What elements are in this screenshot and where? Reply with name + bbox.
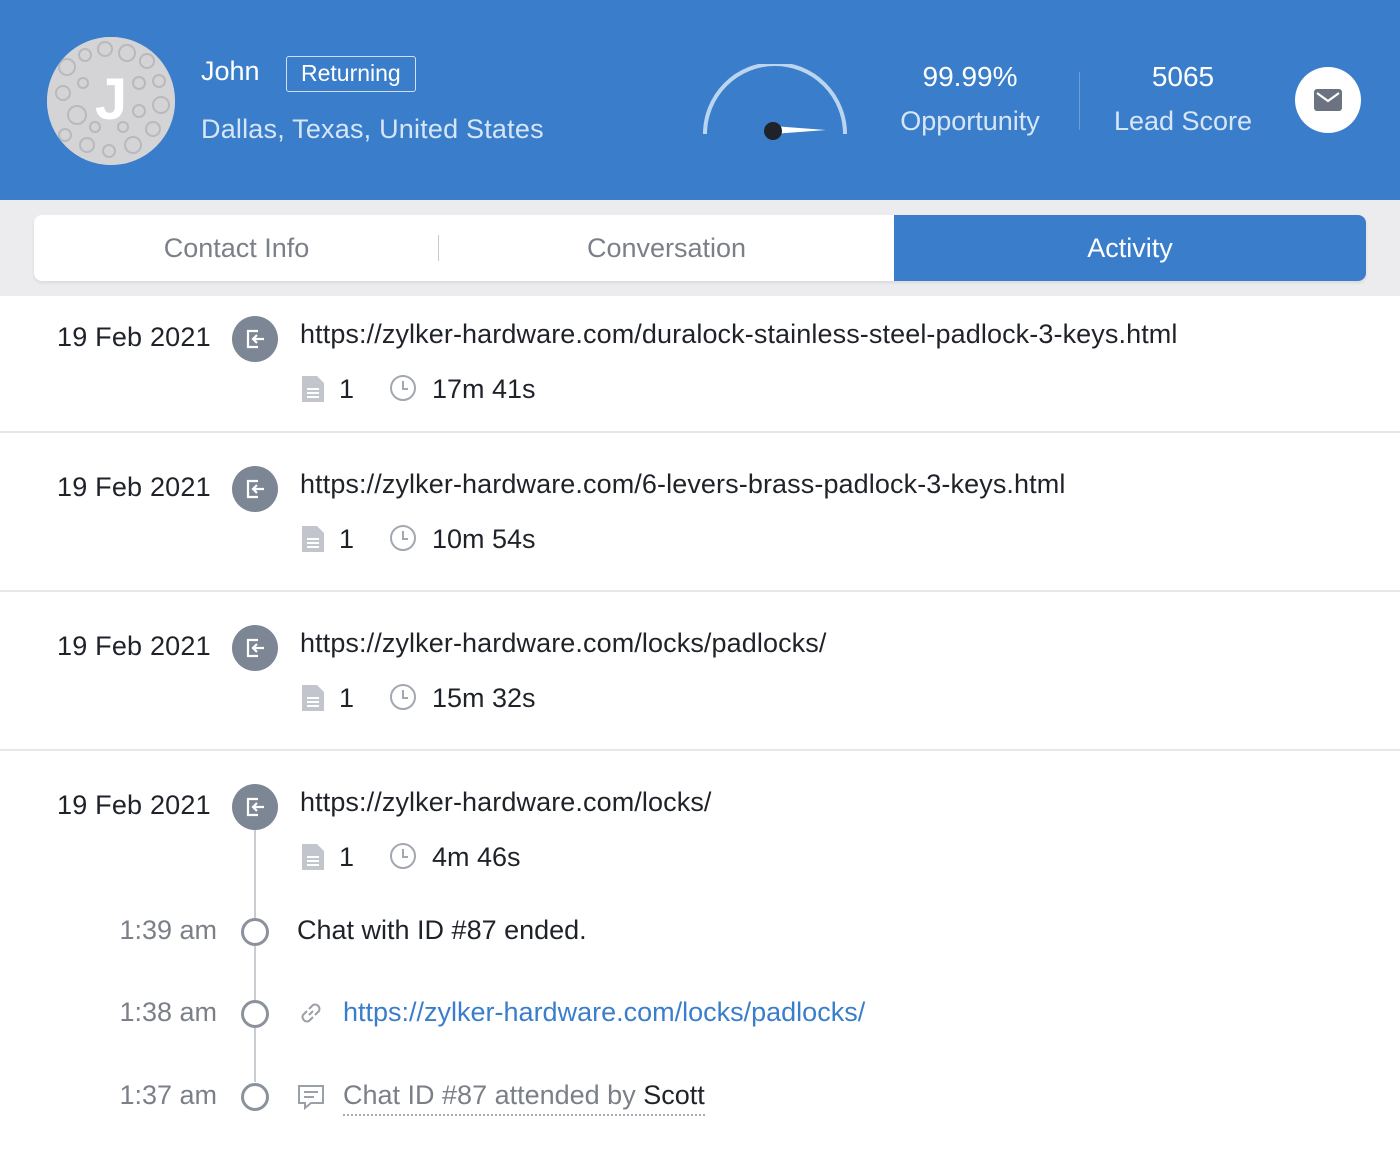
link-icon — [301, 1003, 321, 1023]
exit-page-icon — [232, 625, 278, 671]
activity-date: 19 Feb 2021 — [57, 472, 211, 502]
exit-page-icon — [232, 316, 278, 362]
avatar: J — [47, 37, 175, 165]
duration: 10m 54s — [432, 524, 536, 554]
duration: 15m 32s — [432, 683, 536, 713]
email-button[interactable] — [1295, 67, 1361, 133]
page-count: 1 — [339, 842, 355, 872]
timeline-time: 1:37 am — [119, 1080, 217, 1110]
timeline-line — [254, 1028, 256, 1082]
mail-icon — [1314, 89, 1342, 111]
visitor-location: Dallas, Texas, United States — [201, 114, 544, 144]
opportunity-label: Opportunity — [900, 106, 1040, 136]
timeline-dot — [241, 1083, 269, 1111]
tab-bar-area: Contact Info Conversation Activity — [0, 200, 1400, 296]
chat-bubble-icon — [298, 1085, 324, 1111]
visitor-name: John — [201, 56, 260, 86]
activity-url[interactable]: https://zylker-hardware.com/locks/ — [300, 787, 712, 818]
exit-page-icon — [232, 784, 278, 830]
document-icon — [302, 526, 324, 552]
activity-date: 19 Feb 2021 — [57, 631, 211, 661]
agent-name[interactable]: Scott — [643, 1080, 705, 1110]
timeline-link[interactable]: https://zylker-hardware.com/locks/padloc… — [343, 997, 865, 1028]
gauge-icon — [700, 62, 850, 149]
exit-page-icon — [232, 466, 278, 512]
activity-date: 19 Feb 2021 — [57, 790, 211, 820]
chat-ended-text: Chat with ID #87 ended. — [297, 915, 587, 945]
lead-score-label: Lead Score — [1113, 106, 1253, 136]
document-icon — [302, 685, 324, 711]
timeline-dot — [241, 1000, 269, 1028]
status-badge: Returning — [286, 56, 416, 92]
timeline-line — [254, 946, 256, 1000]
tab-bar: Contact Info Conversation Activity — [34, 215, 1366, 281]
timeline-time: 1:38 am — [119, 997, 217, 1027]
tab-contact-info[interactable]: Contact Info — [34, 215, 439, 281]
activity-url[interactable]: https://zylker-hardware.com/duralock-sta… — [300, 319, 1178, 350]
duration: 4m 46s — [432, 842, 521, 872]
visitor-header: J John Returning Dallas, Texas, United S… — [0, 0, 1400, 200]
page-count: 1 — [339, 374, 355, 404]
page-count: 1 — [339, 683, 355, 713]
clock-icon — [390, 843, 416, 869]
lead-score-value: 5065 — [1151, 61, 1215, 92]
row-divider — [0, 431, 1400, 433]
chat-attended-text: Chat ID #87 attended by Scott — [343, 1080, 705, 1116]
document-icon — [302, 844, 324, 870]
row-divider — [0, 590, 1400, 592]
tab-conversation[interactable]: Conversation — [439, 215, 894, 281]
metric-divider — [1079, 72, 1080, 130]
lead-score-metric: 5065 Lead Score — [1083, 58, 1283, 137]
tab-activity[interactable]: Activity — [894, 215, 1366, 281]
timeline-time: 1:39 am — [119, 915, 217, 945]
chat-attended-prefix: Chat ID #87 attended by — [343, 1080, 636, 1110]
clock-icon — [390, 684, 416, 710]
document-icon — [302, 376, 324, 402]
svg-text:J: J — [95, 67, 127, 132]
activity-url[interactable]: https://zylker-hardware.com/locks/padloc… — [300, 628, 827, 659]
opportunity-metric: 99.99% Opportunity — [870, 58, 1070, 137]
clock-icon — [390, 525, 416, 551]
timeline-dot — [241, 918, 269, 946]
opportunity-value: 99.99% — [922, 61, 1018, 92]
avatar-pattern-icon: J — [47, 37, 175, 165]
activity-url[interactable]: https://zylker-hardware.com/6-levers-bra… — [300, 469, 1065, 500]
row-divider — [0, 749, 1400, 751]
page-count: 1 — [339, 524, 355, 554]
duration: 17m 41s — [432, 374, 536, 404]
timeline-line — [254, 830, 256, 918]
clock-icon — [390, 375, 416, 401]
activity-date: 19 Feb 2021 — [57, 322, 211, 352]
